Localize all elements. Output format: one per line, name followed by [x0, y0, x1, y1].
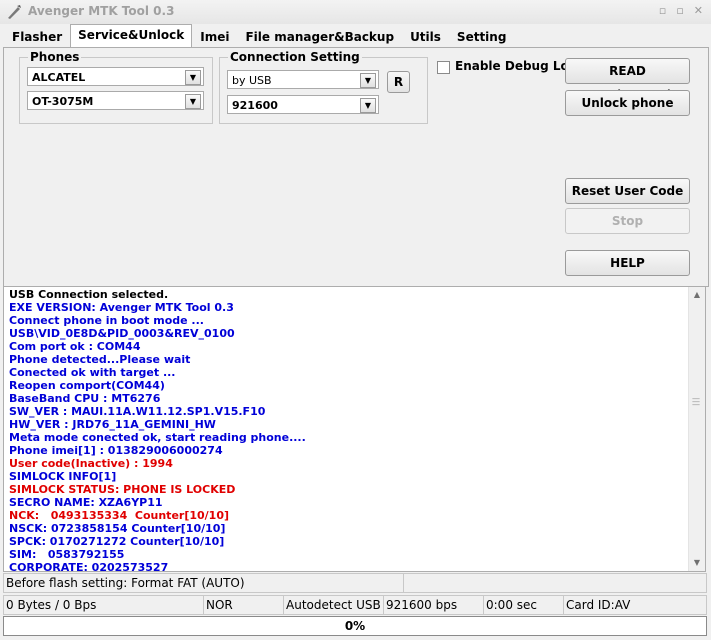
log-line: USB\VID_0E8D&PID_0003&REV_0100	[9, 327, 235, 340]
log-line: Reopen comport(COM44)	[9, 379, 165, 392]
maximize-icon[interactable]: ▫	[676, 4, 683, 17]
log-line: BaseBand CPU : MT6276	[9, 392, 161, 405]
unlock-phone-button[interactable]: Unlock phone	[565, 90, 690, 116]
chevron-down-icon[interactable]: ▼	[360, 98, 376, 113]
card-id-text: Card ID:AV	[566, 598, 631, 612]
phones-legend: Phones	[30, 50, 80, 64]
window-title: Avenger MTK Tool 0.3	[28, 4, 175, 18]
log-line: User code(Inactive) : 1994	[9, 457, 173, 470]
log-line: SPCK: 0170271272 Counter[10/10]	[9, 535, 225, 548]
status-bytes: 0 Bytes / 0 Bps	[4, 596, 204, 614]
baud-select[interactable]: 921600 ▼	[227, 95, 379, 114]
log-scrollbar[interactable]: ▲ — — — ▼	[688, 287, 705, 571]
status-card-id: Card ID:AV	[564, 596, 706, 614]
log-line: Com port ok : COM44	[9, 340, 141, 353]
scroll-thumb-grip-icon[interactable]: — — —	[692, 395, 701, 409]
status-memory-type: NOR	[204, 596, 284, 614]
connection-mode-value: by USB	[232, 74, 272, 87]
log-line: Conected ok with target ...	[9, 366, 176, 379]
model-select[interactable]: OT-3075M ▼	[27, 91, 204, 110]
log-line: CORPORATE: 0202573527	[9, 561, 169, 572]
scroll-down-icon[interactable]: ▼	[689, 555, 705, 571]
debug-log-checkbox[interactable]	[437, 61, 450, 74]
log-lines: USB Connection selected. EXE VERSION: Ave…	[9, 288, 306, 572]
status-bar: 0 Bytes / 0 Bps NOR Autodetect USB 92160…	[3, 595, 707, 615]
log-line: EXE VERSION: Avenger MTK Tool 0.3	[9, 301, 234, 314]
log-line: Meta mode conected ok, start reading pho…	[9, 431, 306, 444]
debug-log-label: Enable Debug Log	[455, 59, 578, 73]
log-line: Phone imei[1] : 013829006000274	[9, 444, 223, 457]
baud-value: 921600	[232, 99, 278, 112]
log-line: SW_VER : MAUI.11A.W11.12.SP1.V15.F10	[9, 405, 266, 418]
brand-select[interactable]: ALCATEL ▼	[27, 67, 204, 86]
flash-setting-text: Before flash setting: Format FAT (AUTO)	[4, 574, 404, 592]
tab-bar: Flasher Service&Unlock Imei File manager…	[4, 24, 514, 49]
log-line: NCK: 0493135334 Counter[10/10]	[9, 509, 230, 522]
status-detect: Autodetect USB	[284, 596, 384, 614]
title-bar[interactable]: Avenger MTK Tool 0.3 ▫ ▫ ✕	[0, 0, 711, 24]
log-line: SECRO NAME: XZA6YP11	[9, 496, 163, 509]
scroll-up-icon[interactable]: ▲	[689, 287, 705, 303]
chevron-down-icon[interactable]: ▼	[185, 70, 201, 85]
refresh-ports-button[interactable]: R	[387, 71, 410, 93]
chevron-down-icon[interactable]: ▼	[185, 94, 201, 109]
app-icon	[8, 5, 21, 19]
log-output[interactable]: USB Connection selected. EXE VERSION: Ave…	[3, 286, 706, 572]
model-value: OT-3075M	[32, 95, 94, 108]
reset-user-code-button[interactable]: Reset User Code	[565, 178, 690, 204]
flash-setting-bar: Before flash setting: Format FAT (AUTO)	[3, 573, 707, 593]
read-info-button[interactable]: READ INFO(CODES)	[565, 58, 690, 102]
minimize-icon[interactable]: ▫	[659, 4, 666, 17]
help-button[interactable]: HELP	[565, 250, 690, 276]
log-line: SIMLOCK INFO[1]	[9, 470, 117, 483]
log-line: Phone detected...Please wait	[9, 353, 191, 366]
stop-button[interactable]: Stop	[565, 208, 690, 234]
phones-group: Phones	[19, 50, 213, 124]
log-line: SIMLOCK STATUS: PHONE IS LOCKED	[9, 483, 236, 496]
log-line: HW_VER : JRD76_11A_GEMINI_HW	[9, 418, 216, 431]
tab-service-unlock[interactable]: Service&Unlock	[70, 24, 193, 49]
close-icon[interactable]: ✕	[694, 4, 703, 17]
status-baud: 921600 bps	[384, 596, 484, 614]
status-time: 0:00 sec	[484, 596, 564, 614]
progress-bar: 0%	[3, 616, 707, 636]
brand-value: ALCATEL	[32, 71, 86, 84]
chevron-down-icon[interactable]: ▼	[360, 73, 376, 88]
log-line: NSCK: 0723858154 Counter[10/10]	[9, 522, 226, 535]
log-line: Connect phone in boot mode ...	[9, 314, 204, 327]
progress-label: 0%	[344, 619, 366, 633]
connection-mode-select[interactable]: by USB ▼	[227, 70, 379, 89]
log-line: USB Connection selected.	[9, 288, 169, 301]
connection-legend: Connection Setting	[230, 50, 360, 64]
log-line: SIM: 0583792155	[9, 548, 125, 561]
